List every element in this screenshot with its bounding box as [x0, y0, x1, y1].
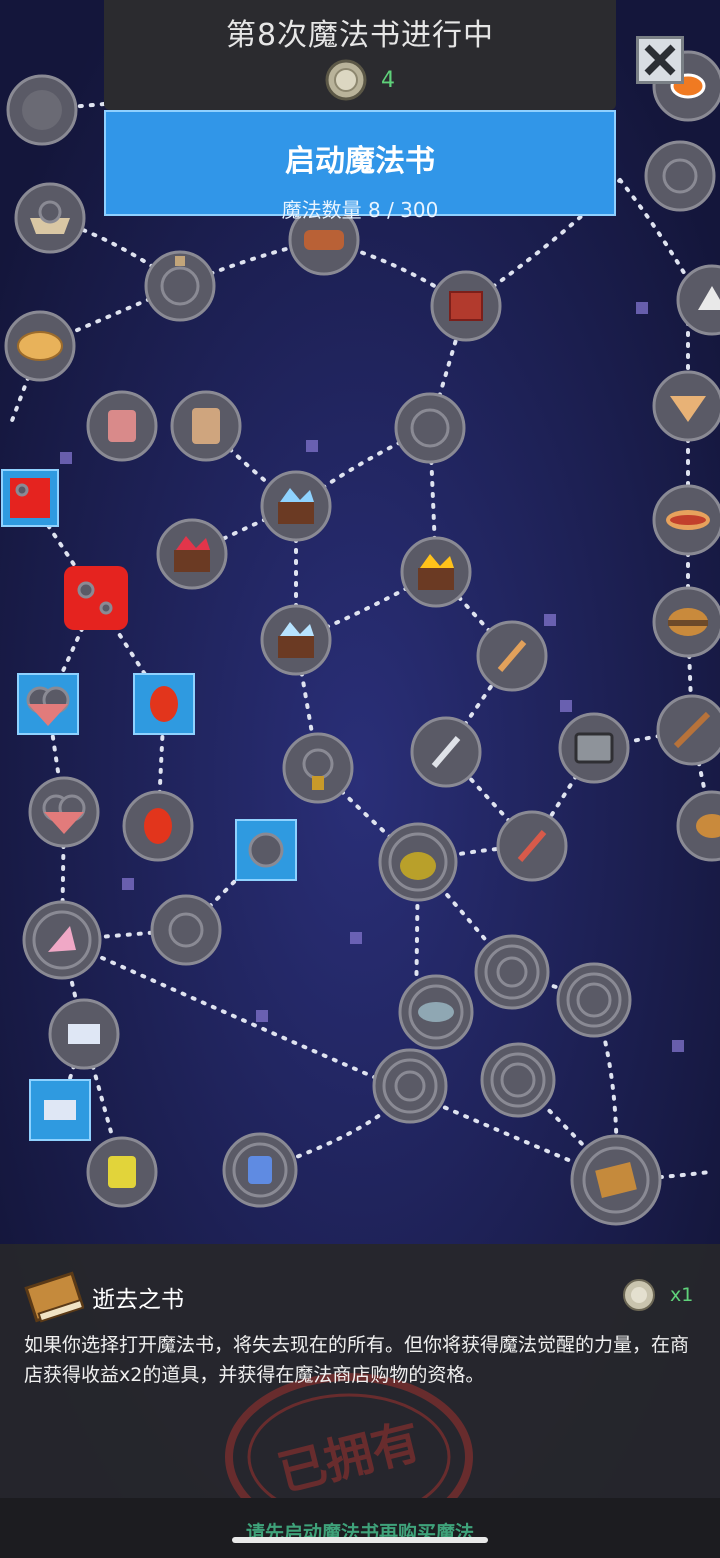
node-sword-silver[interactable]	[410, 716, 482, 788]
node-hotdog[interactable]	[652, 484, 720, 556]
node-gem[interactable]	[6, 74, 78, 146]
node-potion-red[interactable]	[144, 250, 216, 322]
node-ambulance[interactable]	[48, 998, 120, 1070]
node-burger[interactable]	[652, 586, 720, 658]
node-demon[interactable]	[150, 894, 222, 966]
node-slime[interactable]	[378, 822, 458, 902]
item-cost: x1	[670, 1284, 694, 1306]
node-star-flag-1[interactable]	[1, 469, 59, 527]
node-lantern[interactable]	[122, 790, 194, 862]
coin-balance: 4	[104, 58, 616, 102]
node-squirrel[interactable]	[644, 140, 716, 212]
node-crate-ice[interactable]	[260, 604, 332, 676]
node-ambulance-tile[interactable]	[29, 1079, 91, 1141]
node-skewer[interactable]	[656, 694, 720, 766]
close-button[interactable]	[636, 36, 684, 84]
node-crate-gold[interactable]	[400, 536, 472, 608]
node-unicorn[interactable]	[22, 900, 102, 980]
start-magic-book-button[interactable]: 启动魔法书 魔法数量 8 / 300	[104, 110, 616, 222]
node-cabbage[interactable]	[556, 962, 632, 1038]
stamp-text: 已拥有	[273, 1413, 426, 1502]
node-heart[interactable]	[28, 776, 100, 848]
node-sword-bronze[interactable]	[476, 620, 548, 692]
node-lost-book[interactable]	[570, 1134, 662, 1226]
coin-icon	[325, 59, 367, 101]
book-icon	[24, 1271, 85, 1323]
node-sword-red[interactable]	[496, 810, 568, 882]
node-golden-statue[interactable]	[282, 732, 354, 804]
node-jar-yellow[interactable]	[86, 1136, 158, 1208]
node-chest[interactable]	[558, 712, 630, 784]
node-fish[interactable]	[398, 974, 474, 1050]
buy-bar: 请先启动魔法书再购买魔法	[0, 1498, 720, 1558]
node-jar-pink[interactable]	[86, 390, 158, 462]
node-meat-strip[interactable]	[430, 270, 502, 342]
node-bread[interactable]	[4, 310, 76, 382]
item-name: 逝去之书	[92, 1287, 184, 1313]
coin-icon	[623, 1279, 655, 1311]
node-crate-blue[interactable]	[260, 470, 332, 542]
node-lantern-tile[interactable]	[133, 673, 195, 735]
node-heart-tile[interactable]	[17, 673, 79, 735]
node-crate-red[interactable]	[156, 518, 228, 590]
magic-count: 魔法数量 8 / 300	[281, 198, 439, 222]
node-flour-bag[interactable]	[170, 390, 242, 462]
close-icon	[644, 44, 676, 76]
node-star-flag-2[interactable]	[64, 566, 128, 630]
start-button-label: 启动魔法书	[285, 144, 435, 179]
node-roast-meat[interactable]	[372, 1048, 448, 1124]
header-panel: 第8次魔法书进行中 4	[104, 0, 616, 110]
coin-count: 4	[381, 67, 395, 93]
node-pizza[interactable]	[652, 370, 720, 442]
node-potion-blue[interactable]	[480, 1042, 556, 1118]
node-apple[interactable]	[474, 934, 550, 1010]
node-jar-blue[interactable]	[222, 1132, 298, 1208]
item-description: 如果你选择打开魔法书，将失去现在的所有。但你将获得魔法觉醒的力量，在商店获得收益…	[24, 1334, 690, 1386]
page-title: 第8次魔法书进行中	[225, 18, 495, 53]
node-demon-tile[interactable]	[235, 819, 297, 881]
node-cake[interactable]	[14, 182, 86, 254]
node-potion-green[interactable]	[394, 392, 466, 464]
home-indicator[interactable]	[232, 1537, 488, 1543]
